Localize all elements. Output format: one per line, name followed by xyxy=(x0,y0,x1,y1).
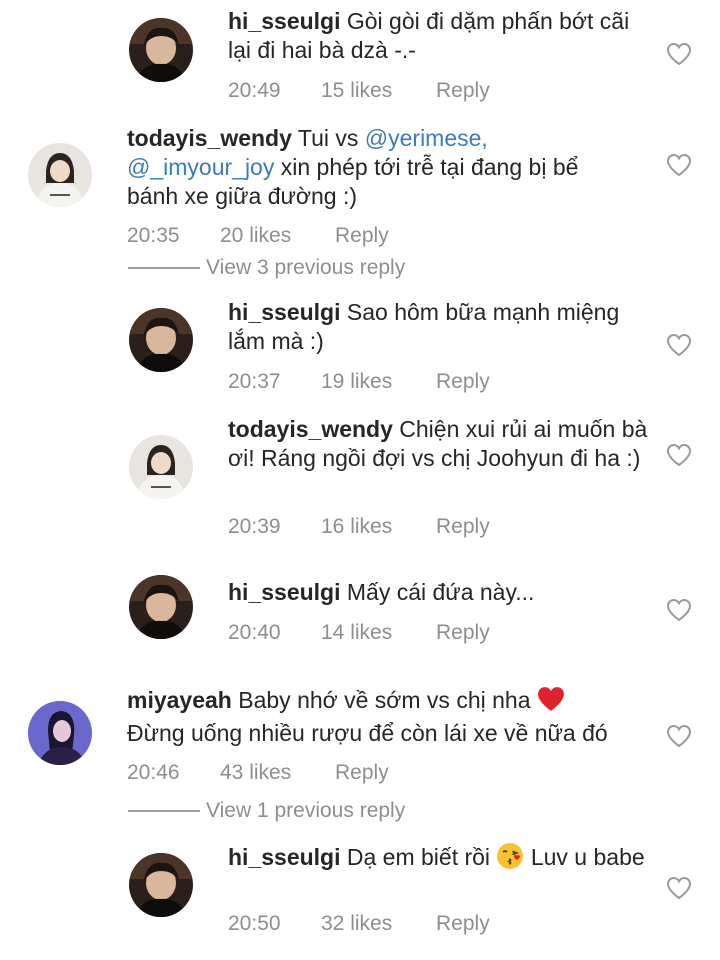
like-heart-icon[interactable] xyxy=(666,153,692,177)
like-heart-icon[interactable] xyxy=(666,876,692,900)
comment-body: Mấy cái đứa này... xyxy=(346,579,535,605)
comment-body: Baby nhớ về sớm vs chị nha xyxy=(238,687,537,713)
comment-text: hi_sseulgi Dạ em biết rồi Luv u babe xyxy=(228,842,648,877)
username[interactable]: todayis_wendy xyxy=(228,416,393,442)
reply-button[interactable]: Reply xyxy=(436,515,490,539)
reply-button[interactable]: Reply xyxy=(335,761,389,785)
avatar-hi-sseulgi[interactable] xyxy=(129,575,193,639)
reply-comment: hi_sseulgi Mấy cái đứa này... 20:40 14 l… xyxy=(0,555,720,665)
likes-count[interactable]: 19 likes xyxy=(321,370,392,394)
comment-text: todayis_wendy Tui vs @yerimese, @_imyour… xyxy=(127,124,607,211)
comment-text: todayis_wendy Chiện xui rủi ai muốn bà ơ… xyxy=(228,415,648,473)
comment-text: hi_sseulgi Sao hôm bữa mạnh miệng lắm mà… xyxy=(228,298,648,356)
timestamp: 20:50 xyxy=(228,912,281,935)
avatar-hi-sseulgi[interactable] xyxy=(129,18,193,82)
timestamp: 20:40 xyxy=(228,621,281,644)
likes-count[interactable]: 16 likes xyxy=(321,515,392,539)
username[interactable]: hi_sseulgi xyxy=(228,299,340,325)
timestamp: 20:46 xyxy=(127,761,180,784)
reply-comment: hi_sseulgi Sao hôm bữa mạnh miệng lắm mà… xyxy=(0,290,720,405)
divider-line xyxy=(128,810,200,813)
comment-text: hi_sseulgi Gòi gòi đi dặm phấn bớt cãi l… xyxy=(228,7,648,65)
timestamp: 20:37 xyxy=(228,370,281,393)
username[interactable]: hi_sseulgi xyxy=(228,844,340,870)
comment-body: Đừng uống nhiều rượu để còn lái xe về nữ… xyxy=(127,720,608,746)
likes-count[interactable]: 32 likes xyxy=(321,912,392,936)
like-heart-icon[interactable] xyxy=(666,724,692,748)
reply-button[interactable]: Reply xyxy=(335,224,389,248)
avatar-hi-sseulgi[interactable] xyxy=(129,308,193,372)
timestamp: 20:35 xyxy=(127,224,180,247)
like-heart-icon[interactable] xyxy=(666,333,692,357)
username[interactable]: hi_sseulgi xyxy=(228,579,340,605)
comment: todayis_wendy Tui vs @yerimese, @_imyour… xyxy=(0,110,720,260)
view-previous-replies[interactable]: View 3 previous reply xyxy=(128,256,405,280)
avatar-todayis-wendy[interactable] xyxy=(129,435,193,499)
reply-comment: todayis_wendy Chiện xui rủi ai muốn bà ơ… xyxy=(0,405,720,555)
comment-body: Dạ em biết rồi xyxy=(346,844,497,870)
avatar-todayis-wendy[interactable] xyxy=(28,143,92,207)
like-heart-icon[interactable] xyxy=(666,443,692,467)
view-previous-replies[interactable]: View 1 previous reply xyxy=(128,799,405,823)
comment-text: miyayeah Baby nhớ về sớm vs chị nha Đừng… xyxy=(127,686,627,748)
timestamp: 20:39 xyxy=(228,515,281,538)
likes-count[interactable]: 20 likes xyxy=(220,224,291,248)
timestamp: 20:49 xyxy=(228,79,281,102)
username[interactable]: hi_sseulgi xyxy=(228,8,340,34)
mention-link[interactable]: @_imyour_joy xyxy=(127,154,274,180)
comment-body: Luv u babe xyxy=(524,844,645,870)
reply-button[interactable]: Reply xyxy=(436,621,490,645)
view-replies-label[interactable]: View 3 previous reply xyxy=(206,256,405,279)
divider-line xyxy=(128,267,200,270)
likes-count[interactable]: 43 likes xyxy=(220,761,291,785)
avatar-hi-sseulgi[interactable] xyxy=(129,853,193,917)
like-heart-icon[interactable] xyxy=(666,598,692,622)
like-heart-icon[interactable] xyxy=(666,42,692,66)
reply-button[interactable]: Reply xyxy=(436,912,490,936)
reply-button[interactable]: Reply xyxy=(436,370,490,394)
mention-link[interactable]: @yerimese, xyxy=(365,125,488,151)
likes-count[interactable]: 15 likes xyxy=(321,79,392,103)
kissing-face-emoji-icon xyxy=(496,842,524,877)
red-heart-emoji-icon xyxy=(537,686,565,719)
comment: miyayeah Baby nhớ về sớm vs chị nha Đừng… xyxy=(0,670,720,790)
username[interactable]: miyayeah xyxy=(127,687,232,713)
likes-count[interactable]: 14 likes xyxy=(321,621,392,645)
reply-comment: hi_sseulgi Dạ em biết rồi Luv u babe 20:… xyxy=(0,835,720,960)
view-replies-label[interactable]: View 1 previous reply xyxy=(206,799,405,822)
reply-comment: hi_sseulgi Gòi gòi đi dặm phấn bớt cãi l… xyxy=(0,0,720,110)
comment-body: Tui vs xyxy=(297,125,365,151)
comment-text: hi_sseulgi Mấy cái đứa này... xyxy=(228,578,648,607)
reply-button[interactable]: Reply xyxy=(436,79,490,103)
username[interactable]: todayis_wendy xyxy=(127,125,292,151)
avatar-miyayeah[interactable] xyxy=(28,701,92,765)
